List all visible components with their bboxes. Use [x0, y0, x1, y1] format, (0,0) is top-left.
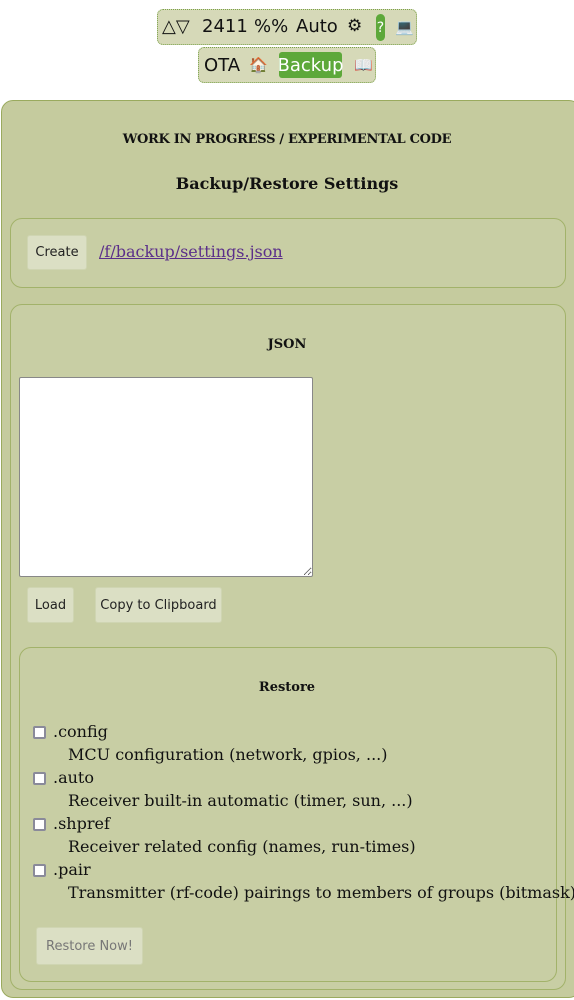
backup-file-link[interactable]: /f/backup/settings.json [99, 242, 283, 261]
counter-button[interactable]: 2411 [202, 16, 248, 37]
copy-to-clipboard-button[interactable]: Copy to Clipboard [95, 587, 222, 623]
option-desc: MCU configuration (network, gpios, ...) [68, 745, 388, 764]
load-button[interactable]: Load [27, 587, 74, 623]
help-button[interactable]: ? [376, 14, 385, 41]
auto-checkbox[interactable] [33, 772, 46, 785]
json-heading: JSON [267, 337, 307, 352]
json-textarea[interactable] [19, 377, 313, 577]
arrows-toggle[interactable]: △▽ [162, 16, 190, 37]
book-icon[interactable]: 📖 [354, 56, 373, 74]
option-desc: Transmitter (rf-code) pairings to member… [68, 883, 574, 902]
auto-button[interactable]: Auto [296, 16, 338, 37]
config-checkbox[interactable] [33, 726, 46, 739]
computer-icon[interactable]: 💻 [395, 18, 414, 36]
nav-bar: OTA 🏠 Backup 📖 [198, 47, 376, 83]
home-icon[interactable]: 🏠 [249, 56, 268, 74]
nav-ota[interactable]: OTA [204, 55, 240, 76]
create-box [10, 218, 566, 288]
shpref-checkbox[interactable] [33, 818, 46, 831]
gear-icon[interactable]: ⚙ [347, 16, 362, 36]
top-toolbar: △▽ 2411 %% Auto ⚙ ? 💻 [157, 9, 417, 45]
page-title: Backup/Restore Settings [175, 174, 399, 193]
option-desc: Receiver built-in automatic (timer, sun,… [68, 791, 413, 810]
option-desc: Receiver related config (names, run-time… [68, 837, 416, 856]
create-button[interactable]: Create [27, 235, 87, 270]
restore-now-button[interactable]: Restore Now! [36, 927, 143, 965]
option-name: .shpref [53, 814, 110, 833]
option-name: .auto [53, 768, 94, 787]
restore-heading: Restore [258, 680, 316, 695]
pair-checkbox[interactable] [33, 864, 46, 877]
option-name: .config [53, 722, 108, 741]
nav-backup[interactable]: Backup [278, 52, 344, 78]
percent-button[interactable]: %% [254, 16, 288, 37]
option-name: .pair [53, 860, 91, 879]
wip-notice: WORK IN PROGRESS / EXPERIMENTAL CODE [122, 132, 452, 147]
